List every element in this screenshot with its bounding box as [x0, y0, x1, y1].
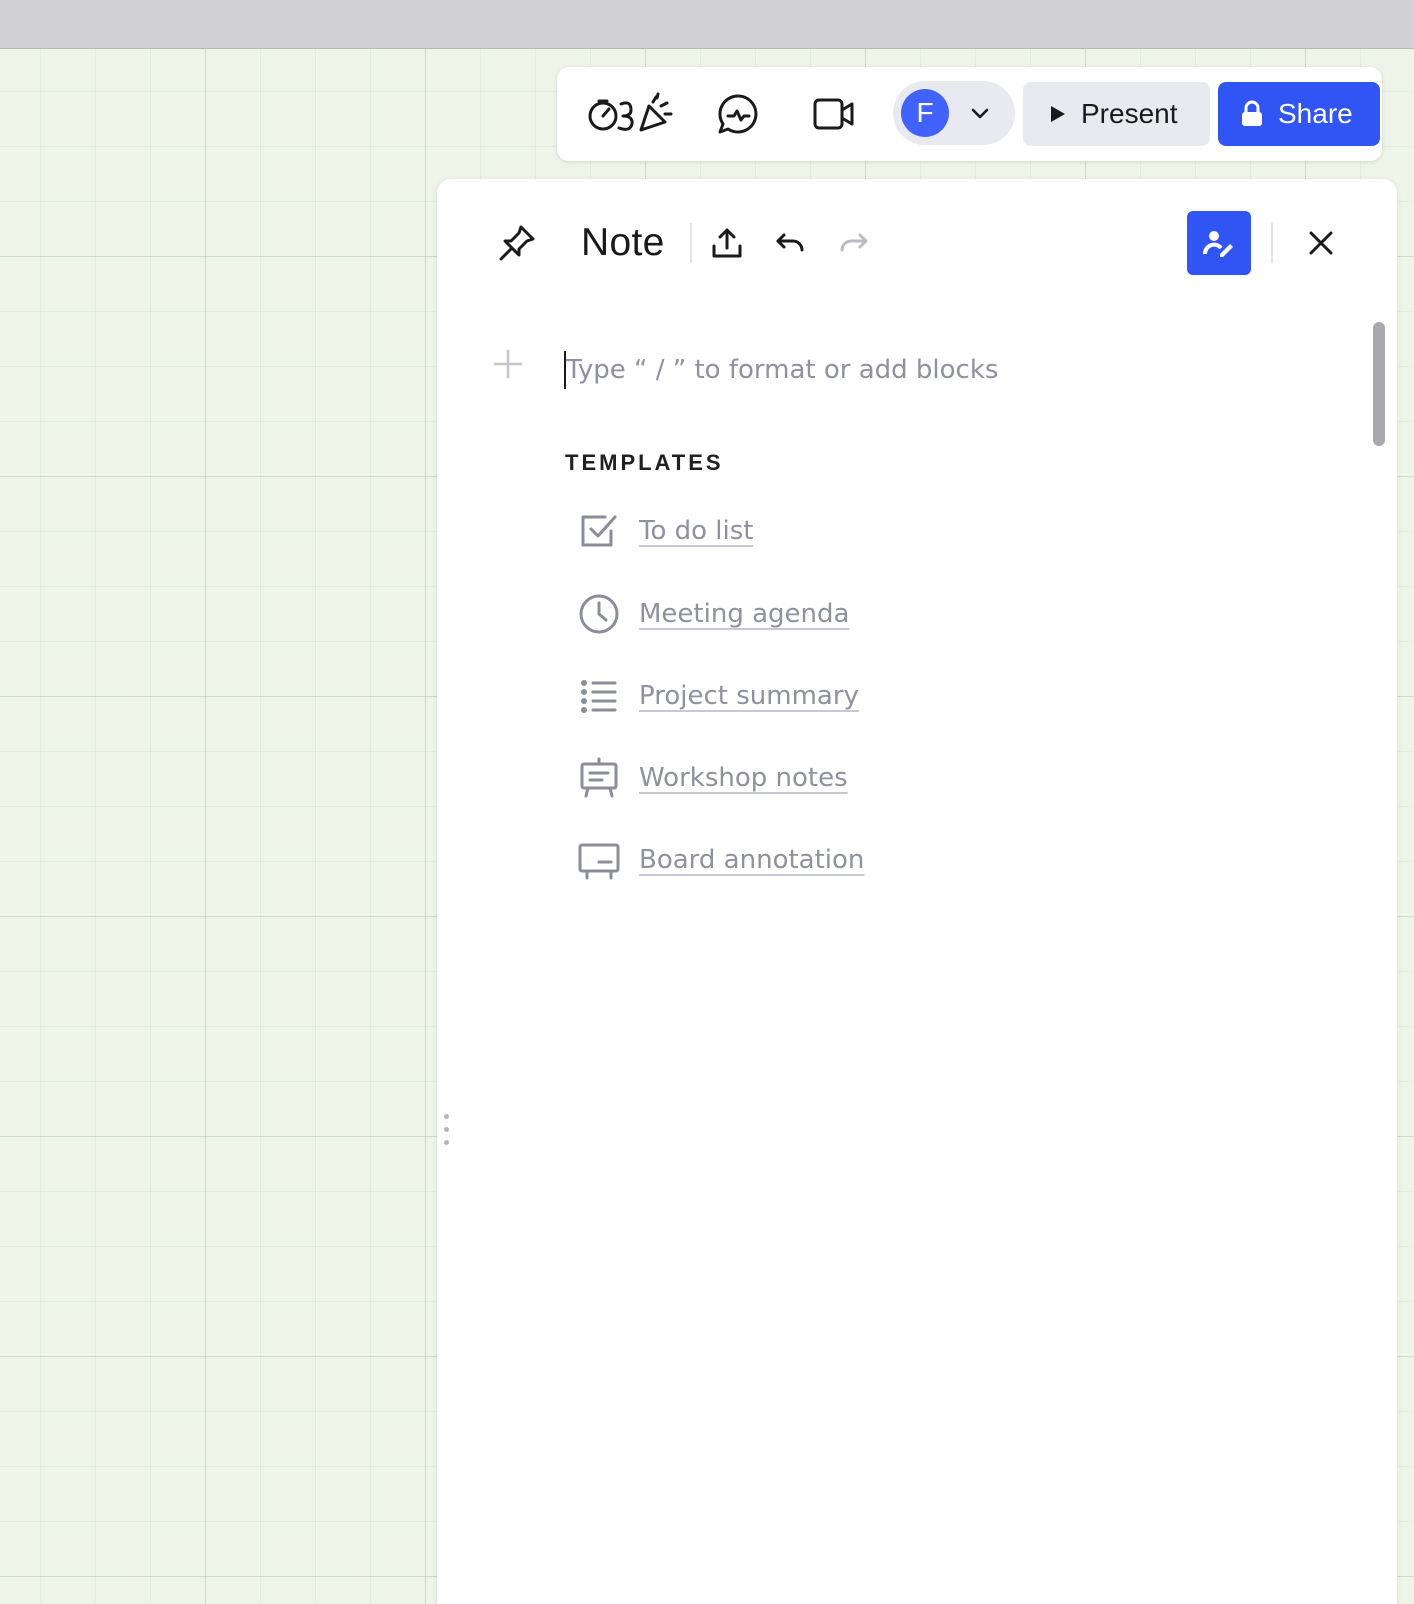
lock-icon	[1242, 100, 1262, 126]
clock-icon	[577, 592, 621, 636]
share-button[interactable]: Share	[1218, 82, 1380, 146]
scrollbar-thumb[interactable]	[1373, 322, 1385, 446]
header-divider	[690, 223, 692, 263]
edit-mode-button[interactable]	[1187, 211, 1251, 275]
chat-bubble-icon[interactable]	[713, 89, 763, 139]
template-label[interactable]: To do list	[639, 516, 754, 546]
person-edit-icon	[1203, 231, 1233, 257]
share-label: Share	[1278, 98, 1353, 129]
template-project-summary[interactable]: Project summary	[577, 671, 859, 721]
present-label: Present	[1081, 98, 1178, 129]
template-label[interactable]: Board annotation	[639, 845, 864, 875]
note-title: Note	[581, 221, 665, 264]
template-label[interactable]: Meeting agenda	[639, 599, 849, 629]
panel-resize-handle[interactable]	[444, 1114, 452, 1150]
templates-heading: TEMPLATES	[565, 450, 724, 475]
checkbox-icon	[577, 509, 621, 553]
template-label[interactable]: Workshop notes	[639, 763, 848, 793]
template-meeting-agenda[interactable]: Meeting agenda	[577, 589, 849, 639]
redo-icon[interactable]	[834, 223, 874, 263]
avatar[interactable]: F	[901, 89, 949, 137]
board-icon	[577, 838, 621, 882]
export-icon[interactable]	[707, 223, 747, 263]
play-icon	[1051, 106, 1065, 122]
template-workshop-notes[interactable]: Workshop notes	[577, 753, 848, 803]
user-menu[interactable]: F	[893, 81, 1015, 145]
timer-celebration-icon[interactable]	[587, 89, 677, 139]
template-board-annotation[interactable]: Board annotation	[577, 835, 864, 885]
browser-top-strip	[0, 0, 1414, 49]
chevron-down-icon	[971, 108, 989, 119]
note-editor-placeholder[interactable]: Type “ / ” to format or add blocks	[566, 351, 998, 389]
template-label[interactable]: Project summary	[639, 681, 859, 711]
undo-icon[interactable]	[770, 223, 810, 263]
top-toolbar: F Present Share	[557, 67, 1382, 161]
bullet-list-icon	[577, 674, 621, 718]
video-camera-icon[interactable]	[809, 89, 859, 139]
add-block-icon[interactable]	[493, 349, 523, 379]
pin-icon[interactable]	[495, 221, 539, 265]
header-divider-2	[1271, 223, 1273, 263]
note-panel: Note Type “ / ” to format or add blocks …	[437, 179, 1397, 1604]
template-to-do-list[interactable]: To do list	[577, 506, 754, 556]
close-icon[interactable]	[1301, 223, 1341, 263]
present-button[interactable]: Present	[1023, 82, 1210, 146]
easel-icon	[577, 756, 621, 800]
